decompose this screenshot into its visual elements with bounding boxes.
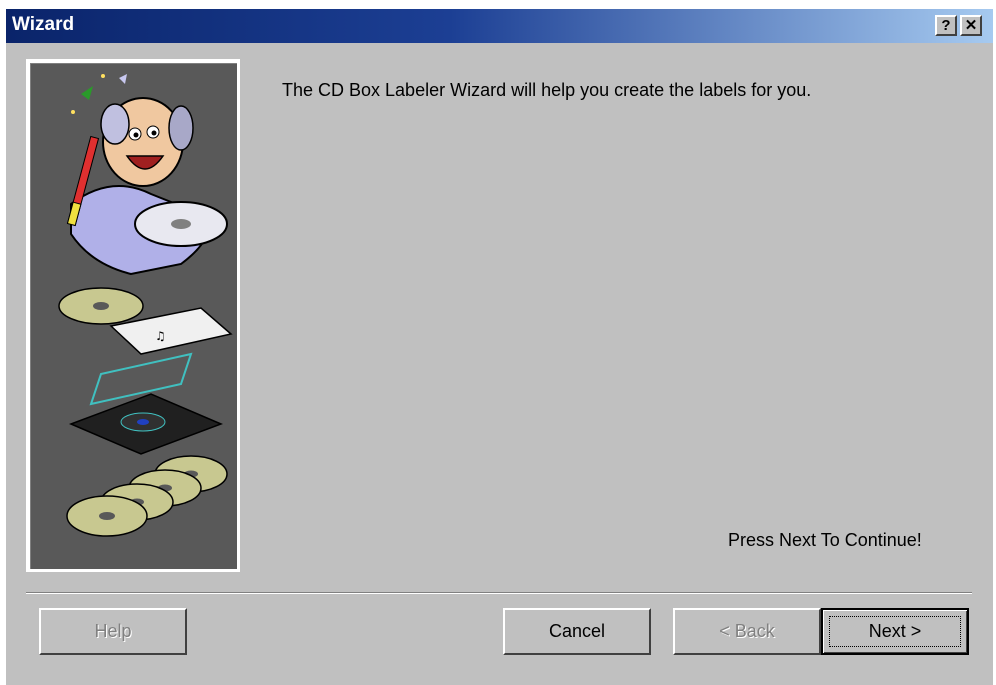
cd-case-icon: ♫ — [58, 287, 233, 455]
button-separator — [26, 592, 972, 594]
continue-instruction: Press Next To Continue! — [728, 530, 922, 550]
wizard-intro-text: The CD Box Labeler Wizard will help you … — [282, 80, 812, 100]
wizard-side-panel: ♫ — [26, 59, 240, 572]
wizard-magician-icon — [66, 74, 228, 276]
cancel-button-label: Cancel — [548, 621, 606, 641]
context-help-button[interactable]: ? — [935, 15, 957, 36]
close-icon: ✕ — [964, 17, 978, 34]
back-button-label: < Back — [719, 621, 775, 641]
title-bar[interactable]: Wizard ? ✕ — [6, 9, 993, 43]
window-title: Wizard — [12, 14, 75, 35]
question-icon: ? — [941, 17, 951, 34]
help-button[interactable]: Help — [39, 608, 187, 655]
cancel-button[interactable]: Cancel — [503, 608, 651, 655]
help-button-label: Help — [94, 621, 132, 641]
next-button[interactable]: Next > — [821, 608, 969, 655]
wizard-illustration: ♫ — [58, 74, 233, 537]
svg-text:♫: ♫ — [155, 329, 166, 343]
next-button-label: Next > — [868, 621, 922, 641]
wizard-art-frame: ♫ — [30, 63, 237, 569]
back-button[interactable]: < Back — [673, 608, 821, 655]
cd-stack-icon — [66, 455, 228, 537]
close-button[interactable]: ✕ — [960, 15, 982, 36]
